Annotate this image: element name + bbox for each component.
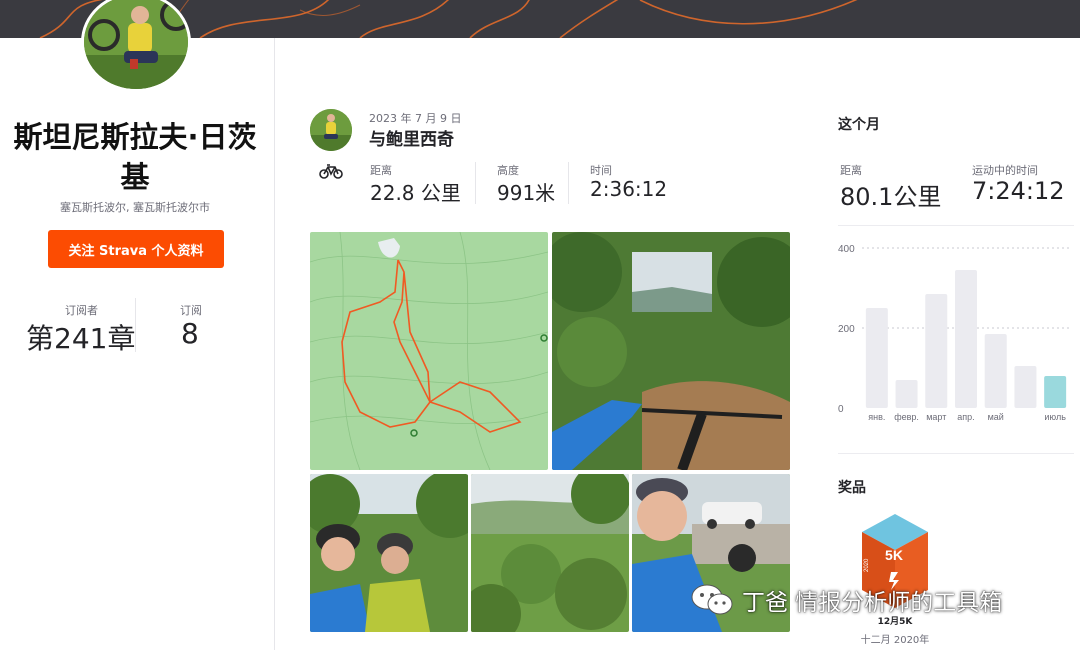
column-divider [274,38,275,650]
chart-x-tick-label: апр. [957,412,974,422]
follow-button[interactable]: 关注 Strava 个人资料 [48,230,224,268]
chart-x-tick-label: февр. [894,412,919,422]
trail-photo-image [552,232,790,470]
section-divider [838,225,1074,226]
following-count[interactable]: 8 [181,317,199,350]
forest-view-photo-image [471,474,629,632]
chart-bar[interactable] [1044,376,1067,408]
trophy-year: 2020 [864,558,870,572]
chart-bar[interactable] [925,294,948,408]
bicycle-icon [319,164,343,179]
month-moving-time-value: 7:24:12 [972,177,1065,205]
stats-divider [135,298,136,352]
metric-distance-label: 距离 [370,164,392,177]
chart-x-tick-label: март [926,412,946,422]
activity-avatar[interactable] [310,109,352,151]
chart-bar[interactable] [895,380,918,408]
metric-time-label: 时间 [590,164,612,177]
trophy-date: 十二月 2020年 [860,635,930,646]
chart-bar[interactable] [984,334,1007,408]
chart-bar[interactable] [955,270,977,408]
metric-time-value: 2:36:12 [590,177,668,201]
chart-y-tick-label: 400 [838,244,855,255]
activity-photo[interactable] [310,474,468,632]
chart-y-tick-label: 200 [838,324,855,335]
metric-elevation-value: 991米 [497,181,556,205]
monthly-distance-chart: 400 200 0 янв. февр. март апр. май июль [838,244,1070,422]
chart-bar[interactable] [1014,366,1037,408]
chart-bar[interactable] [865,308,888,408]
trophy-badge-text: 5K [885,547,903,563]
activity-photo[interactable] [552,232,790,470]
route-map[interactable] [310,232,548,470]
metric-distance-value: 22.8 公里 [370,181,461,205]
profile-name: 斯坦尼斯拉夫·日茨基 [13,120,257,194]
wechat-icon [691,584,733,615]
chart-y-tick-label: 0 [838,404,844,415]
month-moving-time-label: 运动中的时间 [972,164,1038,177]
avatar-photo-image [84,0,188,89]
chart-x-tick-label: июль [1044,412,1066,422]
this-month-title: 这个月 [838,117,880,133]
metric-divider [568,162,569,204]
followers-label: 订阅者 [65,304,98,317]
profile-location: 塞瓦斯托波尔, 塞瓦斯托波尔市 [60,201,210,214]
profile-avatar[interactable] [81,0,191,92]
month-distance-value: 80.1公里 [840,183,942,211]
activity-photo[interactable] [471,474,629,632]
route-map-image [310,232,548,470]
activity-title[interactable]: 与鲍里西奇 [369,125,454,150]
selfie-photo-image [310,474,468,632]
activity-date: 2023 年 7 月 9 日 [369,112,462,125]
metric-elevation-label: 高度 [497,164,519,177]
avatar-photo-image [310,109,352,151]
watermark: 丁爸 情报分析师的工具箱 [690,582,1002,618]
chart-x-tick-label: май [988,412,1004,422]
section-divider [838,453,1074,454]
month-distance-label: 距离 [840,164,862,177]
metric-divider [475,162,476,204]
chart-x-tick-label: янв. [868,412,885,422]
followers-count[interactable]: 第241章 [26,317,135,357]
following-label: 订阅 [180,304,202,317]
awards-title: 奖品 [838,480,866,496]
watermark-text: 丁爸 情报分析师的工具箱 [742,590,1003,616]
